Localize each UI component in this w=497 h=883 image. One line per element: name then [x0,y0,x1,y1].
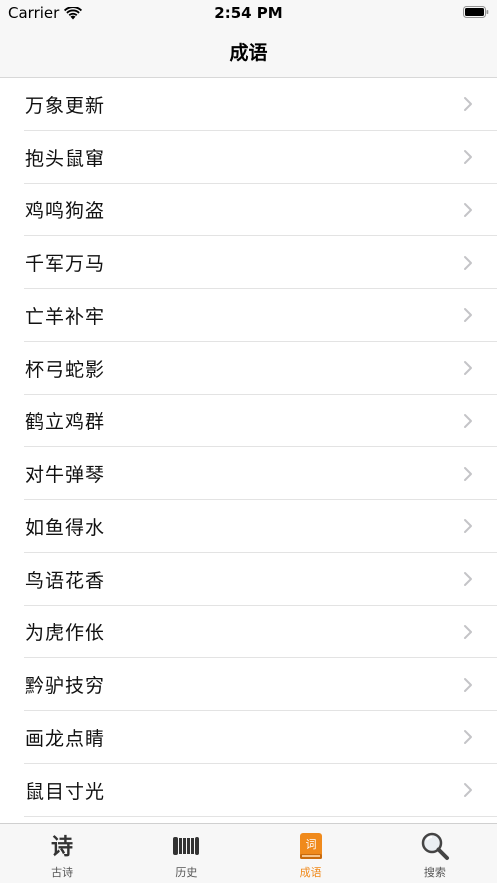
tab-label: 历史 [175,866,198,879]
idiom-label: 万象更新 [25,94,106,117]
chevron-right-icon [464,677,472,692]
chevron-right-icon [464,255,472,270]
list-item[interactable]: 千军万马 [0,236,497,289]
chevron-right-icon [464,97,472,112]
tab-bar: 诗古诗 历史词成语 搜索 [0,823,497,883]
tab-item[interactable]: 历史 [124,824,248,883]
poem-icon: 诗 [47,831,77,861]
list-item[interactable]: 鸟语花香 [0,553,497,606]
status-bar: Carrier 2:54 PM [0,0,497,28]
tab-label: 搜索 [423,866,446,879]
list-item[interactable]: 如鱼得水 [0,500,497,553]
page-title: 成语 [229,42,268,64]
navigation-bar: 成语 [0,28,497,78]
list-item[interactable]: 画龙点睛 [0,711,497,764]
list-item[interactable]: 鹤立鸡群 [0,395,497,448]
list-item[interactable]: 抱头鼠窜 [0,131,497,184]
svg-text:诗: 诗 [51,834,73,859]
idiom-label: 鸡鸣狗盗 [25,200,106,223]
list-item[interactable]: 鼠目寸光 [0,764,497,817]
chevron-right-icon [464,361,472,376]
idiom-label: 鼠目寸光 [25,780,106,803]
list-item[interactable]: 为虎作伥 [0,606,497,659]
tab-label: 古诗 [51,866,74,879]
tab-item[interactable]: 搜索 [373,824,497,883]
chevron-right-icon [464,413,472,428]
battery-icon [463,6,489,18]
list-item[interactable]: 黔驴技穷 [0,658,497,711]
idiom-label: 抱头鼠窜 [25,147,106,170]
tab-label: 成语 [299,866,322,879]
idiom-label: 黔驴技穷 [25,675,106,698]
svg-text:词: 词 [305,838,316,851]
idiom-book-icon: 词 [296,831,326,861]
list-item[interactable]: 对牛弹琴 [0,447,497,500]
status-time: 2:54 PM [214,4,283,22]
chevron-right-icon [464,202,472,217]
list-item[interactable]: 鸡鸣狗盗 [0,184,497,237]
tab-item[interactable]: 诗古诗 [0,824,124,883]
chevron-right-icon [464,572,472,587]
list-item[interactable]: 亡羊补牢 [0,289,497,342]
idiom-label: 如鱼得水 [25,516,106,539]
idiom-label: 对牛弹琴 [25,464,106,487]
idiom-label: 鹤立鸡群 [25,411,106,434]
idiom-label: 画龙点睛 [25,727,106,750]
idiom-label: 千军万马 [25,253,106,276]
idiom-list[interactable]: 万象更新抱头鼠窜鸡鸣狗盗千军万马亡羊补牢杯弓蛇影鹤立鸡群对牛弹琴如鱼得水鸟语花香… [0,78,497,817]
chevron-right-icon [464,150,472,165]
chevron-right-icon [464,308,472,323]
chevron-right-icon [464,624,472,639]
idiom-label: 鸟语花香 [25,569,106,592]
chevron-right-icon [464,730,472,745]
idiom-label: 为虎作伥 [25,622,106,645]
idiom-label: 杯弓蛇影 [25,358,106,381]
chevron-right-icon [464,783,472,798]
list-item[interactable]: 杯弓蛇影 [0,342,497,395]
history-icon [171,831,201,861]
search-icon [420,831,450,861]
tab-item[interactable]: 词成语 [249,824,373,883]
idiom-label: 亡羊补牢 [25,305,106,328]
chevron-right-icon [464,519,472,534]
list-item[interactable]: 万象更新 [0,78,497,131]
chevron-right-icon [464,466,472,481]
